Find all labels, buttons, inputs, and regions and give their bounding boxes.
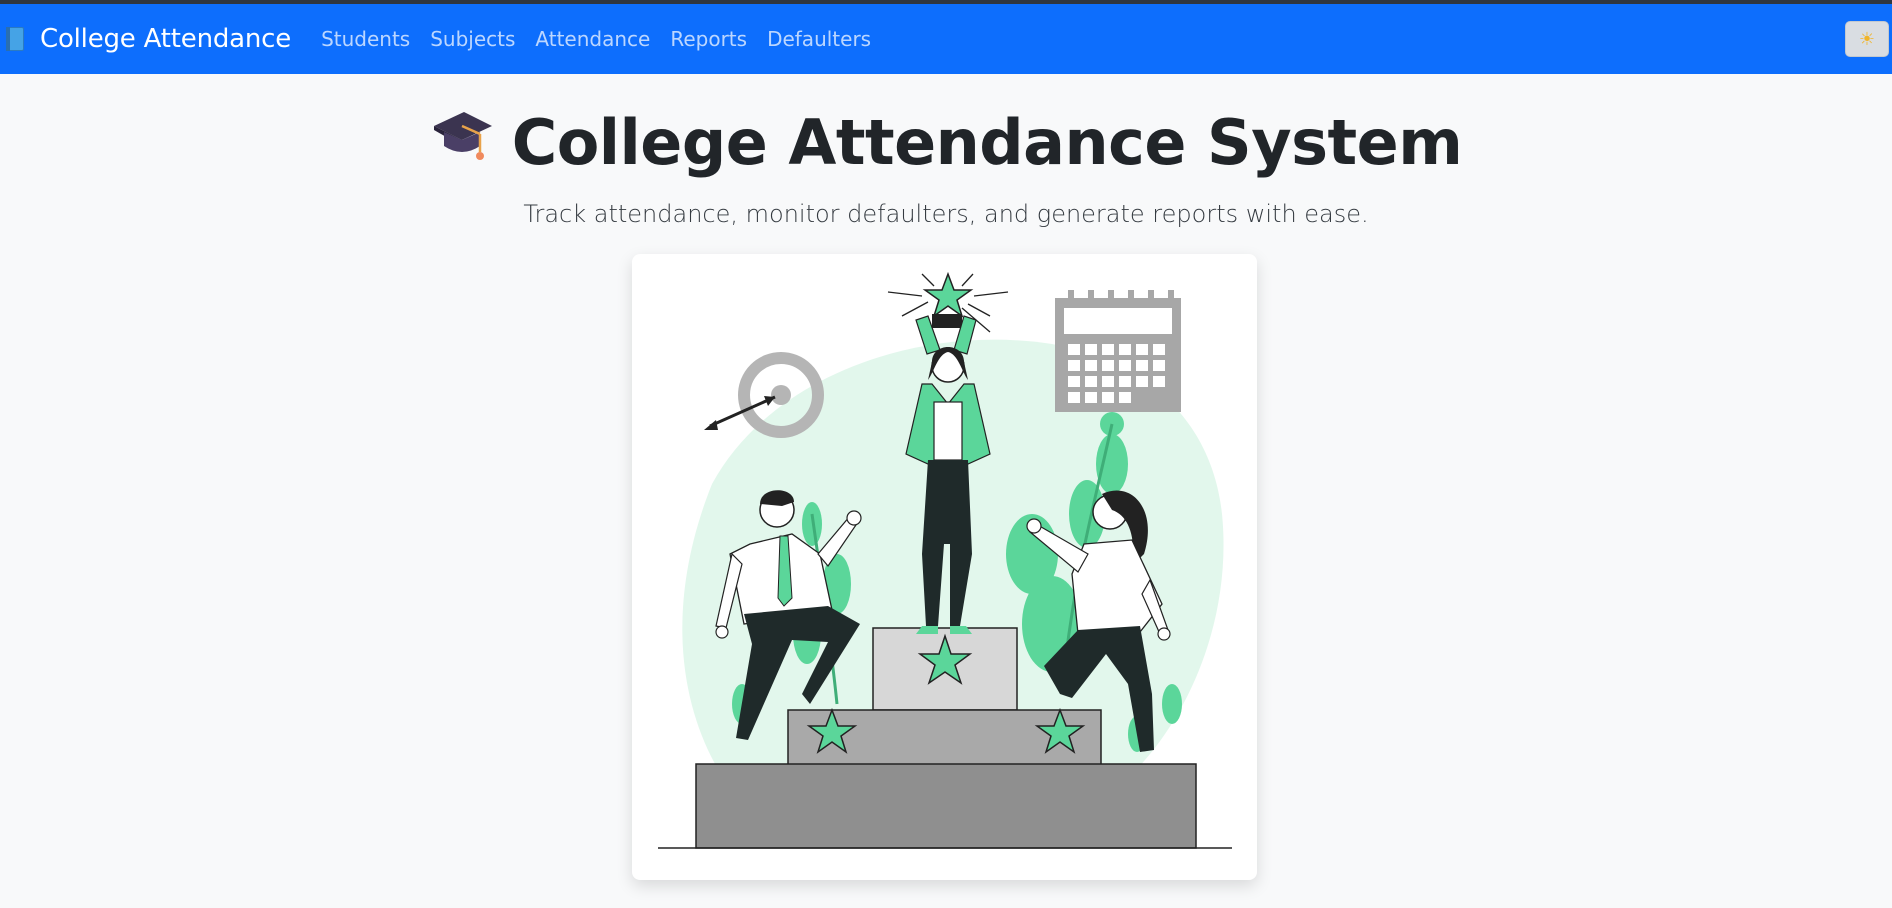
sun-icon: ☀ [1858, 28, 1876, 50]
nav-link-reports[interactable]: Reports [670, 27, 747, 51]
calendar-icon [1055, 290, 1181, 412]
graduation-cap-icon [430, 104, 494, 177]
podium-celebration-illustration [658, 271, 1232, 849]
page-subtitle: Track attendance, monitor defaulters, an… [523, 200, 1369, 228]
navbar-brand[interactable]: College Attendance [6, 24, 291, 54]
page-title-text: College Attendance System [511, 106, 1463, 179]
nav-link-attendance[interactable]: Attendance [535, 27, 650, 51]
nav-link-subjects[interactable]: Subjects [430, 27, 515, 51]
nav-link-defaulters[interactable]: Defaulters [767, 27, 871, 51]
navbar: College Attendance Students Subjects Att… [0, 4, 1892, 74]
book-icon [6, 27, 26, 51]
brand-text: College Attendance [40, 24, 292, 54]
nav-link-students[interactable]: Students [321, 27, 410, 51]
page-title: College Attendance System [0, 106, 1892, 183]
nav-links: Students Subjects Attendance Reports Def… [321, 27, 891, 51]
hero-illustration-card [632, 254, 1257, 880]
theme-toggle-button[interactable]: ☀ [1845, 21, 1889, 57]
